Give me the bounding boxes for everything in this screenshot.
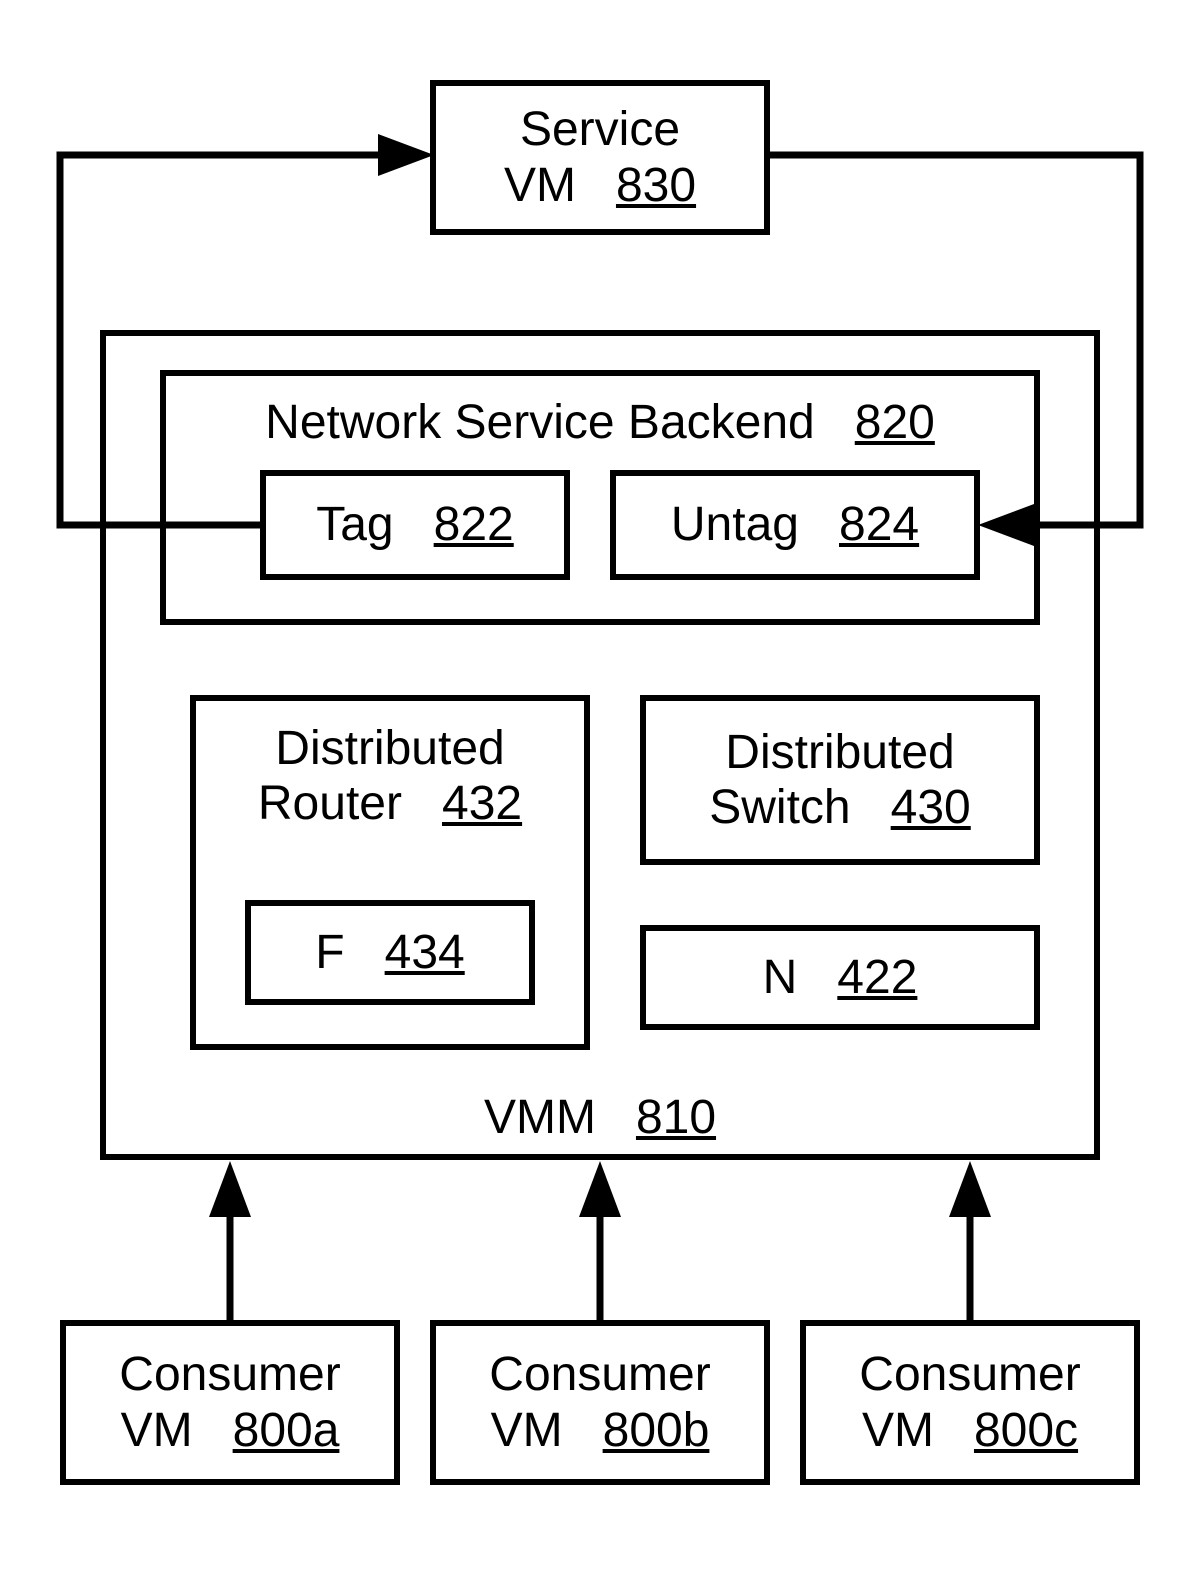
arrows-overlay [0,0,1195,1596]
diagram-canvas: Service VM 830 VMM 810 Network Service B… [0,0,1195,1596]
arrow-tag-to-service [60,155,420,525]
arrow-service-to-untag [770,155,1140,525]
